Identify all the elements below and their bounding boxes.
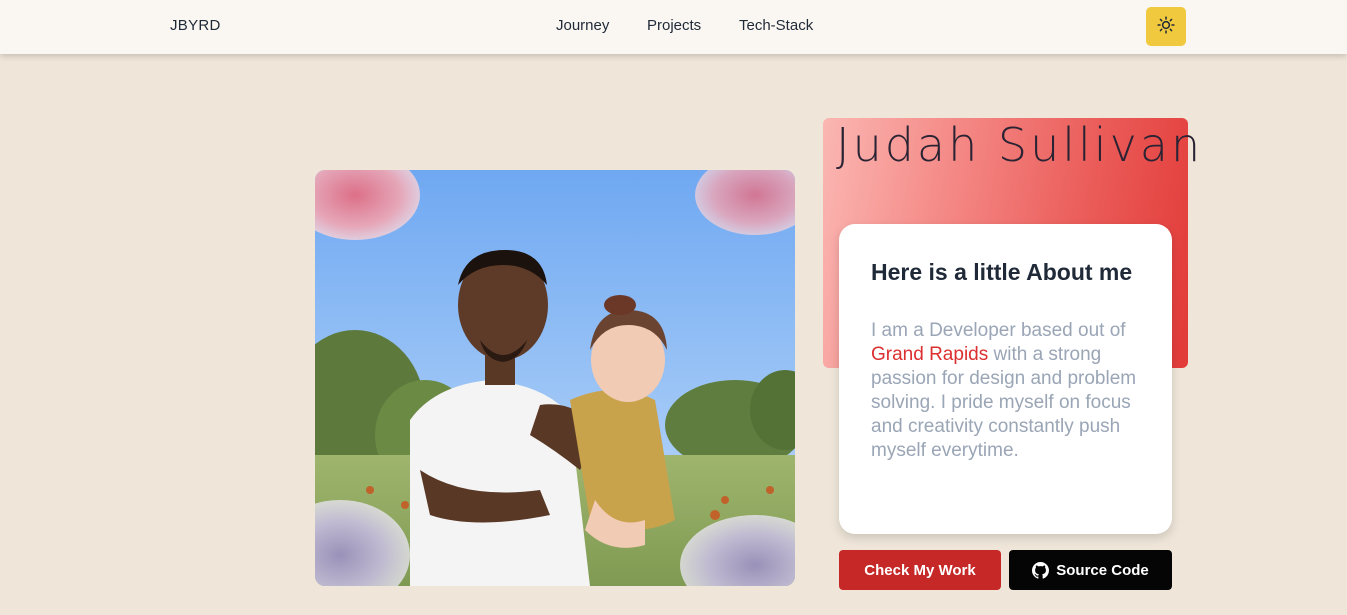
about-heading: Here is a little About me bbox=[871, 259, 1133, 285]
sun-icon bbox=[1157, 16, 1175, 37]
hero-name: Judah Sullivan bbox=[836, 118, 1204, 172]
about-body-before: I am a Developer based out of bbox=[871, 320, 1126, 341]
navbar: JBYRD Journey Projects Tech-Stack bbox=[0, 0, 1347, 54]
theme-toggle-button[interactable] bbox=[1146, 7, 1186, 46]
github-icon bbox=[1032, 561, 1050, 579]
about-body: I am a Developer based out of Grand Rapi… bbox=[871, 319, 1146, 463]
source-code-button[interactable]: Source Code bbox=[1009, 550, 1172, 590]
brand-logo-link[interactable]: JBYRD bbox=[170, 17, 221, 34]
nav-link-tech-stack[interactable]: Tech-Stack bbox=[739, 17, 813, 34]
profile-photo bbox=[315, 170, 795, 586]
source-code-label: Source Code bbox=[1056, 561, 1149, 579]
nav-link-journey[interactable]: Journey bbox=[556, 17, 609, 34]
nav-link-projects[interactable]: Projects bbox=[647, 17, 701, 34]
about-card: Here is a little About me I am a Develop… bbox=[839, 224, 1172, 534]
check-my-work-button[interactable]: Check My Work bbox=[839, 550, 1001, 590]
about-location: Grand Rapids bbox=[871, 344, 989, 365]
